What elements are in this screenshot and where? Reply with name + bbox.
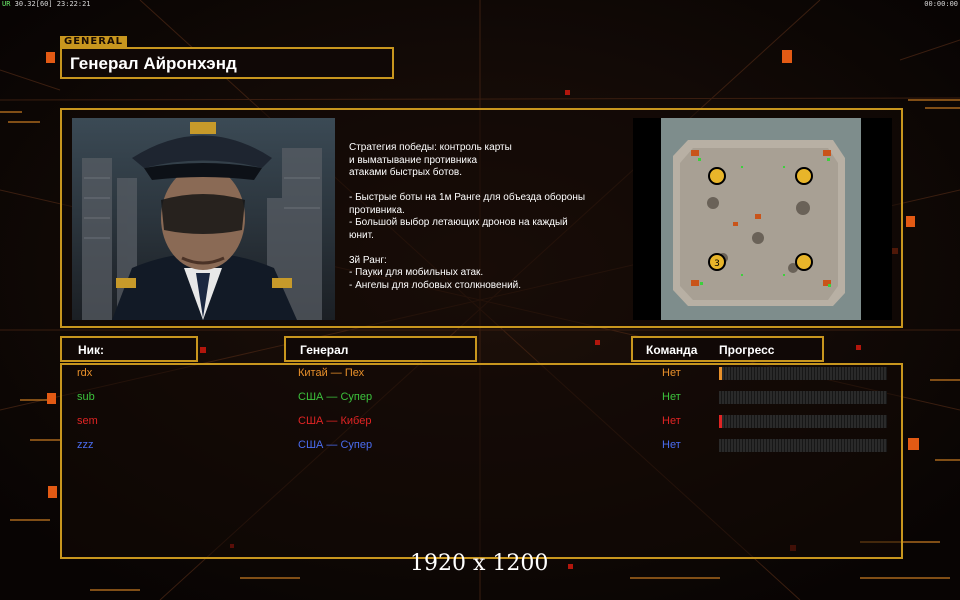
progress-fill <box>719 415 722 428</box>
player-nick: zzz <box>77 439 94 451</box>
progress-bar <box>719 367 887 380</box>
general-title: Генерал Айронхэнд <box>70 54 237 73</box>
title-panel: Генерал Айронхэнд <box>60 47 394 79</box>
general-header-label: Генерал <box>300 343 349 357</box>
timer-readout: 00:00:00 <box>924 0 958 8</box>
player-team: Нет <box>662 367 681 379</box>
fps-text: 30.32[60] 23:22:21 <box>14 0 91 8</box>
map-marker-label: 3 <box>714 259 720 269</box>
strategy-description: Стратегия победы: контроль карты и вымат… <box>349 142 586 291</box>
player-general: Китай — Пех <box>298 367 365 379</box>
general-portrait <box>72 118 335 320</box>
player-team: Нет <box>662 439 681 451</box>
player-general: США — Кибер <box>298 415 372 427</box>
general-column-header: Генерал <box>284 336 477 362</box>
fps-prefix: UR <box>2 0 11 8</box>
progress-fill <box>719 367 722 380</box>
progress-bar <box>719 415 887 428</box>
player-team: Нет <box>662 415 681 427</box>
player-general: США — Супер <box>298 439 373 451</box>
progress-bar <box>719 439 887 452</box>
player-nick: rdx <box>77 367 93 379</box>
nick-column-header: Ник: <box>60 336 198 362</box>
nick-header-label: Ник: <box>78 343 105 357</box>
player-general: США — Супер <box>298 391 373 403</box>
resolution-label: 1920 x 1200 <box>410 551 549 576</box>
player-team: Нет <box>662 391 681 403</box>
fps-counter: UR 30.32[60] 23:22:21 <box>2 0 91 8</box>
progress-header-label: Прогресс <box>719 343 775 357</box>
player-nick: sub <box>77 391 95 403</box>
map-preview: 3 <box>633 118 892 320</box>
team-header-label: Команда <box>646 343 698 357</box>
player-nick: sem <box>77 415 98 427</box>
progress-bar <box>719 391 887 404</box>
team-progress-header: Команда Прогресс <box>631 336 824 362</box>
